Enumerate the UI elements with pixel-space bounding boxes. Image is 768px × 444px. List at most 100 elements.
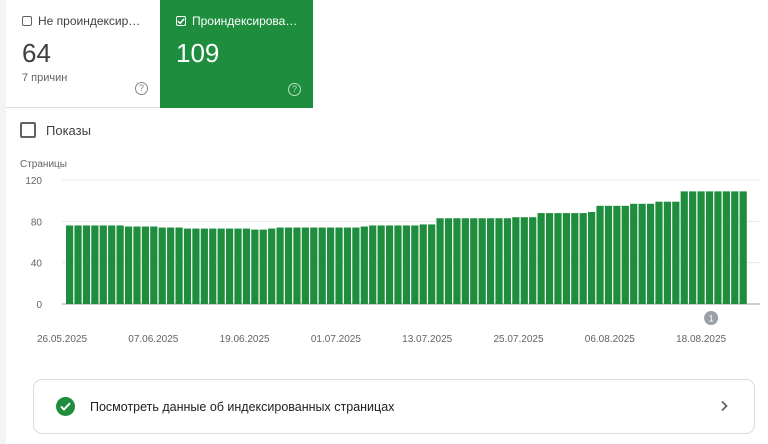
- impressions-label: Показы: [46, 122, 91, 138]
- bar[interactable]: [310, 227, 318, 304]
- bar[interactable]: [200, 228, 208, 304]
- bar[interactable]: [739, 191, 747, 304]
- bar[interactable]: [268, 228, 276, 304]
- bar[interactable]: [537, 213, 545, 304]
- bar[interactable]: [402, 225, 411, 304]
- index-coverage-panel: Не проиндексир… 64 7 причин ? Проиндекси…: [0, 0, 768, 444]
- bar[interactable]: [352, 227, 360, 304]
- bar[interactable]: [655, 201, 663, 304]
- indexed-count: 109: [176, 38, 220, 68]
- bar[interactable]: [545, 213, 554, 304]
- bar[interactable]: [444, 218, 453, 304]
- bar[interactable]: [141, 226, 149, 305]
- bar[interactable]: [596, 205, 604, 304]
- bar[interactable]: [150, 226, 158, 305]
- bar[interactable]: [167, 227, 175, 304]
- bar[interactable]: [385, 225, 394, 304]
- impressions-toggle[interactable]: Показы: [20, 122, 91, 138]
- bar[interactable]: [663, 201, 672, 304]
- bar[interactable]: [529, 217, 537, 304]
- bar[interactable]: [604, 205, 613, 304]
- bar[interactable]: [301, 227, 309, 304]
- checkbox-unchecked-icon[interactable]: [22, 16, 32, 26]
- bar[interactable]: [697, 191, 705, 304]
- bar[interactable]: [411, 225, 419, 304]
- bar[interactable]: [158, 227, 166, 304]
- bar[interactable]: [428, 224, 436, 304]
- bar[interactable]: [242, 228, 251, 304]
- bar[interactable]: [234, 228, 242, 304]
- bar[interactable]: [503, 218, 512, 304]
- bar[interactable]: [276, 227, 284, 304]
- bar[interactable]: [419, 224, 427, 304]
- checkbox-checked-icon[interactable]: [176, 16, 186, 26]
- y-tick-label: 0: [36, 300, 42, 311]
- bar[interactable]: [512, 217, 520, 304]
- bar[interactable]: [335, 227, 343, 304]
- bar[interactable]: [175, 227, 183, 304]
- bar[interactable]: [318, 227, 326, 304]
- bar[interactable]: [209, 228, 217, 304]
- bar[interactable]: [461, 218, 469, 304]
- bar[interactable]: [562, 213, 570, 304]
- bar[interactable]: [183, 228, 192, 304]
- bar[interactable]: [672, 201, 680, 304]
- bar[interactable]: [82, 225, 91, 304]
- bar[interactable]: [689, 191, 697, 304]
- bar[interactable]: [646, 203, 655, 304]
- bar[interactable]: [453, 218, 461, 304]
- bar[interactable]: [613, 205, 621, 304]
- bar[interactable]: [369, 225, 377, 304]
- bar[interactable]: [571, 213, 579, 304]
- x-tick-label: 18.08.2025: [676, 334, 726, 345]
- x-tick-label: 25.07.2025: [493, 334, 543, 345]
- bar[interactable]: [259, 229, 267, 304]
- bar[interactable]: [588, 212, 596, 304]
- bar[interactable]: [99, 225, 107, 304]
- bar[interactable]: [486, 218, 495, 304]
- bar[interactable]: [217, 228, 225, 304]
- help-icon[interactable]: ?: [135, 82, 148, 95]
- view-indexed-pages-label: Посмотреть данные об индексированных стр…: [90, 399, 395, 414]
- bar[interactable]: [714, 191, 722, 304]
- bar[interactable]: [91, 225, 99, 304]
- bar[interactable]: [731, 191, 739, 304]
- bar[interactable]: [470, 218, 478, 304]
- bar[interactable]: [436, 218, 444, 304]
- bar[interactable]: [225, 228, 234, 304]
- bar[interactable]: [630, 203, 638, 304]
- bar[interactable]: [680, 191, 688, 304]
- bar[interactable]: [66, 225, 74, 304]
- bar[interactable]: [579, 213, 587, 304]
- bar[interactable]: [284, 227, 293, 304]
- bar[interactable]: [124, 226, 133, 305]
- bar[interactable]: [116, 225, 124, 304]
- bar[interactable]: [394, 225, 402, 304]
- bar[interactable]: [722, 191, 730, 304]
- x-tick-label: 13.07.2025: [402, 334, 452, 345]
- bar[interactable]: [133, 226, 141, 305]
- bar[interactable]: [192, 228, 200, 304]
- bar[interactable]: [554, 213, 562, 304]
- bar[interactable]: [293, 227, 301, 304]
- bar[interactable]: [74, 225, 82, 304]
- bar[interactable]: [108, 225, 116, 304]
- y-tick-label: 80: [31, 217, 43, 228]
- bar[interactable]: [251, 229, 259, 304]
- x-tick-label: 19.06.2025: [220, 334, 270, 345]
- indexed-card[interactable]: Проиндексирова… 109 ?: [160, 0, 313, 108]
- bar[interactable]: [621, 205, 629, 304]
- bar[interactable]: [478, 218, 486, 304]
- bar[interactable]: [638, 203, 646, 304]
- bar[interactable]: [343, 227, 352, 304]
- help-icon[interactable]: ?: [288, 83, 301, 96]
- bar[interactable]: [327, 227, 335, 304]
- bar[interactable]: [520, 217, 528, 304]
- bar[interactable]: [705, 191, 714, 304]
- checkbox-unchecked-icon[interactable]: [20, 122, 36, 138]
- view-indexed-pages-link[interactable]: Посмотреть данные об индексированных стр…: [33, 379, 755, 434]
- bar[interactable]: [360, 226, 368, 305]
- bar[interactable]: [377, 225, 385, 304]
- not-indexed-card[interactable]: Не проиндексир… 64 7 причин ?: [6, 0, 160, 108]
- bar[interactable]: [495, 218, 503, 304]
